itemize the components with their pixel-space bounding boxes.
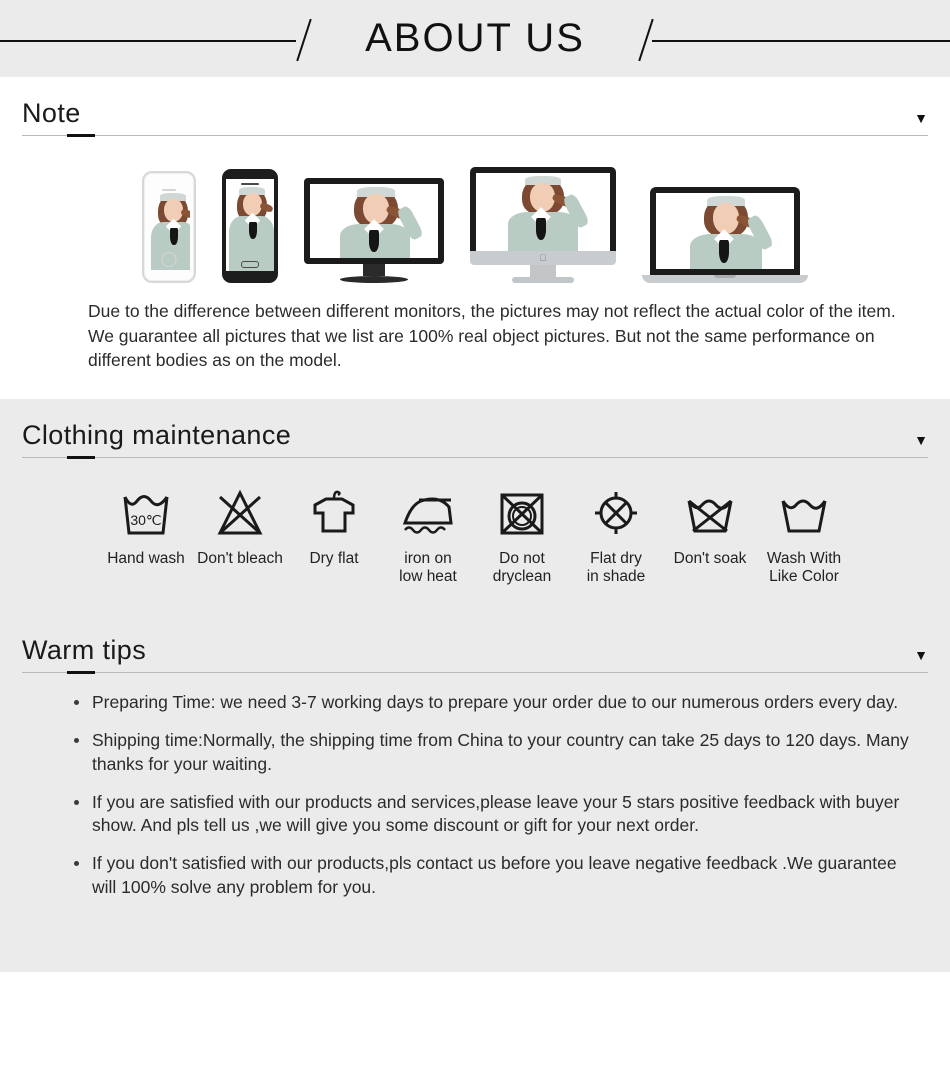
section-maintenance-rule — [22, 455, 928, 459]
section-warm-tips-title: Warm tips — [22, 635, 147, 666]
android-speaker-icon — [241, 182, 259, 185]
section-warm-tips-rule — [22, 671, 928, 675]
care-item-flat-dry-in-shade: Flat dry in shade — [569, 482, 663, 587]
do-not-bleach-icon — [193, 482, 287, 544]
iron-low-heat-icon — [381, 482, 475, 544]
section-warm-tips: Warm tips ▼ Preparing Time: we need 3-7 … — [0, 614, 950, 930]
model-photo-imac — [476, 172, 610, 251]
iphone-speaker-icon — [162, 188, 176, 191]
list-item: Shipping time:Normally, the shipping tim… — [72, 729, 910, 777]
banner-rule-left — [0, 40, 296, 42]
chevron-down-icon[interactable]: ▼ — [914, 111, 928, 129]
device-laptop — [642, 186, 808, 283]
do-not-soak-icon — [663, 482, 757, 544]
care-label: Dry flat — [309, 549, 359, 567]
section-maintenance-title: Clothing maintenance — [22, 420, 292, 451]
list-item: Preparing Time: we need 3-7 working days… — [72, 691, 910, 715]
note-paragraph-1: Due to the difference between different … — [88, 300, 896, 321]
section-warm-tips-header[interactable]: Warm tips ▼ — [22, 614, 928, 675]
care-label: iron on low heat — [399, 549, 457, 586]
model-photo-iphone — [148, 183, 190, 270]
note-text-block: Due to the difference between different … — [0, 289, 950, 400]
device-mockup-row:  — [0, 136, 950, 289]
model-photo-monitor — [310, 183, 438, 258]
device-iphone — [142, 170, 196, 283]
section-maintenance-header[interactable]: Clothing maintenance ▼ — [22, 399, 928, 459]
section-note-rule — [22, 133, 928, 137]
page-title: ABOUT US — [343, 0, 607, 77]
apple-logo-icon:  — [540, 253, 547, 263]
flat-dry-shade-icon — [569, 482, 663, 544]
model-photo-laptop — [656, 192, 794, 269]
device-imac:  — [470, 166, 616, 283]
device-desktop-monitor — [304, 177, 444, 283]
laptop-hinge — [642, 274, 808, 283]
do-not-dryclean-icon — [475, 482, 569, 544]
wash-like-color-icon — [757, 482, 851, 544]
warm-tips-body: Preparing Time: we need 3-7 working days… — [0, 673, 950, 930]
list-item: If you don't satisfied with our products… — [72, 852, 910, 900]
warm-tips-list: Preparing Time: we need 3-7 working days… — [72, 691, 910, 900]
care-label: Flat dry in shade — [586, 549, 646, 586]
care-label: Don't bleach — [197, 549, 283, 567]
care-label: Do not dryclean — [492, 549, 552, 586]
chevron-down-icon[interactable]: ▼ — [914, 433, 928, 451]
banner-rule-right — [652, 40, 950, 42]
page-banner: ABOUT US — [0, 0, 950, 77]
device-android-phone — [222, 168, 278, 283]
imac-stand-neck — [530, 264, 556, 277]
note-paragraph-2: We guarantee all pictures that we list a… — [88, 325, 875, 371]
model-photo-android — [226, 178, 274, 271]
hand-wash-temperature: 30℃ — [130, 512, 161, 528]
chevron-down-icon[interactable]: ▼ — [914, 648, 928, 666]
care-item-do-not-dryclean: Do not dryclean — [475, 482, 569, 587]
care-item-wash-with-like-color: Wash With Like Color — [757, 482, 851, 587]
imac-chin:  — [470, 250, 616, 265]
section-note-title: Note — [22, 98, 81, 128]
section-note-header[interactable]: Note ▼ — [22, 77, 928, 137]
care-label: Hand wash — [107, 549, 185, 567]
page-footer-spacer — [0, 929, 950, 972]
section-note: Note ▼ Due to the difference between dif… — [0, 77, 950, 400]
section-clothing-maintenance: Clothing maintenance ▼ 30℃ Hand wash Don… — [0, 399, 950, 615]
care-symbol-row: 30℃ Hand wash Don't bleach Dry flat iron… — [0, 458, 950, 615]
care-item-iron-low-heat: iron on low heat — [381, 482, 475, 587]
android-home-button-icon — [241, 260, 259, 268]
monitor-stand-neck — [363, 263, 385, 276]
imac-stand-base — [512, 276, 574, 283]
care-item-do-not-bleach: Don't bleach — [193, 482, 287, 568]
list-item: If you are satisfied with our products a… — [72, 791, 910, 839]
care-item-hand-wash: 30℃ Hand wash — [99, 482, 193, 568]
iphone-home-button-icon — [161, 251, 177, 267]
care-label: Don't soak — [673, 549, 747, 567]
care-item-do-not-soak: Don't soak — [663, 482, 757, 568]
care-label: Wash With Like Color — [766, 549, 842, 586]
dry-flat-icon — [287, 482, 381, 544]
care-item-dry-flat: Dry flat — [287, 482, 381, 568]
hand-wash-icon: 30℃ — [99, 482, 193, 544]
monitor-stand-base — [340, 275, 408, 283]
banner-slash-left-icon — [296, 18, 312, 62]
